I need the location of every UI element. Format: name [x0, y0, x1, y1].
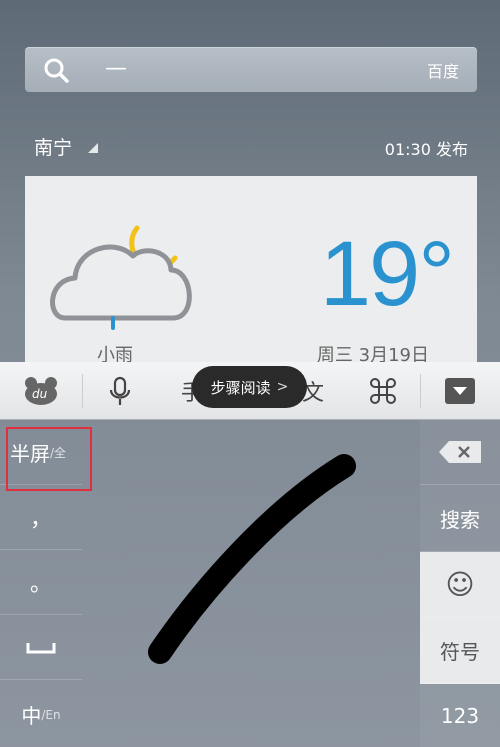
- weather-card[interactable]: 小雨 19° 周三 3月19日: [25, 176, 477, 366]
- space-key[interactable]: [0, 615, 82, 680]
- rain-night-icon: [50, 225, 192, 330]
- search-input[interactable]: —: [105, 56, 127, 81]
- smiley-icon: ☺: [445, 568, 475, 601]
- step-reading-tooltip[interactable]: 步骤阅读 >: [192, 366, 307, 408]
- svg-text:du: du: [32, 387, 48, 401]
- chevron-right-icon: >: [276, 379, 289, 395]
- backspace-icon: [439, 441, 481, 463]
- right-key-column: 搜索 ☺ 符号 123: [420, 420, 500, 747]
- emoji-key[interactable]: ☺: [420, 552, 500, 618]
- city-selector[interactable]: 南宁: [34, 133, 72, 160]
- search-key[interactable]: 搜索: [420, 485, 500, 552]
- search-icon: [44, 58, 69, 83]
- toolbar-divider: [82, 374, 83, 408]
- comma-key[interactable]: ，: [0, 485, 82, 550]
- city-row: 南宁 01:30 发布: [0, 127, 500, 167]
- hide-keyboard-button[interactable]: [420, 362, 500, 420]
- symbols-key[interactable]: 符号: [420, 618, 500, 684]
- du-logo-button[interactable]: du: [0, 362, 82, 420]
- search-engine-label[interactable]: 百度: [427, 58, 459, 82]
- language-switch-key[interactable]: 中/En: [0, 682, 82, 747]
- search-bar[interactable]: — 百度: [25, 47, 477, 92]
- command-button[interactable]: [360, 362, 406, 420]
- publish-time: 01:30 发布: [384, 140, 468, 159]
- highlight-annotation: [6, 427, 92, 491]
- tooltip-label: 步骤阅读: [210, 378, 271, 397]
- backspace-key[interactable]: [420, 420, 500, 485]
- microphone-icon: [109, 376, 131, 405]
- space-bar-icon: [26, 643, 56, 654]
- voice-input-button[interactable]: [92, 362, 148, 420]
- temperature: 19°: [319, 223, 455, 325]
- period-key[interactable]: 。: [0, 550, 82, 615]
- du-logo-icon: du: [25, 377, 57, 405]
- hide-keyboard-icon: [445, 378, 475, 404]
- dropdown-triangle-icon[interactable]: [88, 143, 98, 153]
- command-icon: [370, 378, 396, 404]
- numbers-key[interactable]: 123: [420, 684, 500, 747]
- handwriting-canvas[interactable]: [82, 420, 420, 747]
